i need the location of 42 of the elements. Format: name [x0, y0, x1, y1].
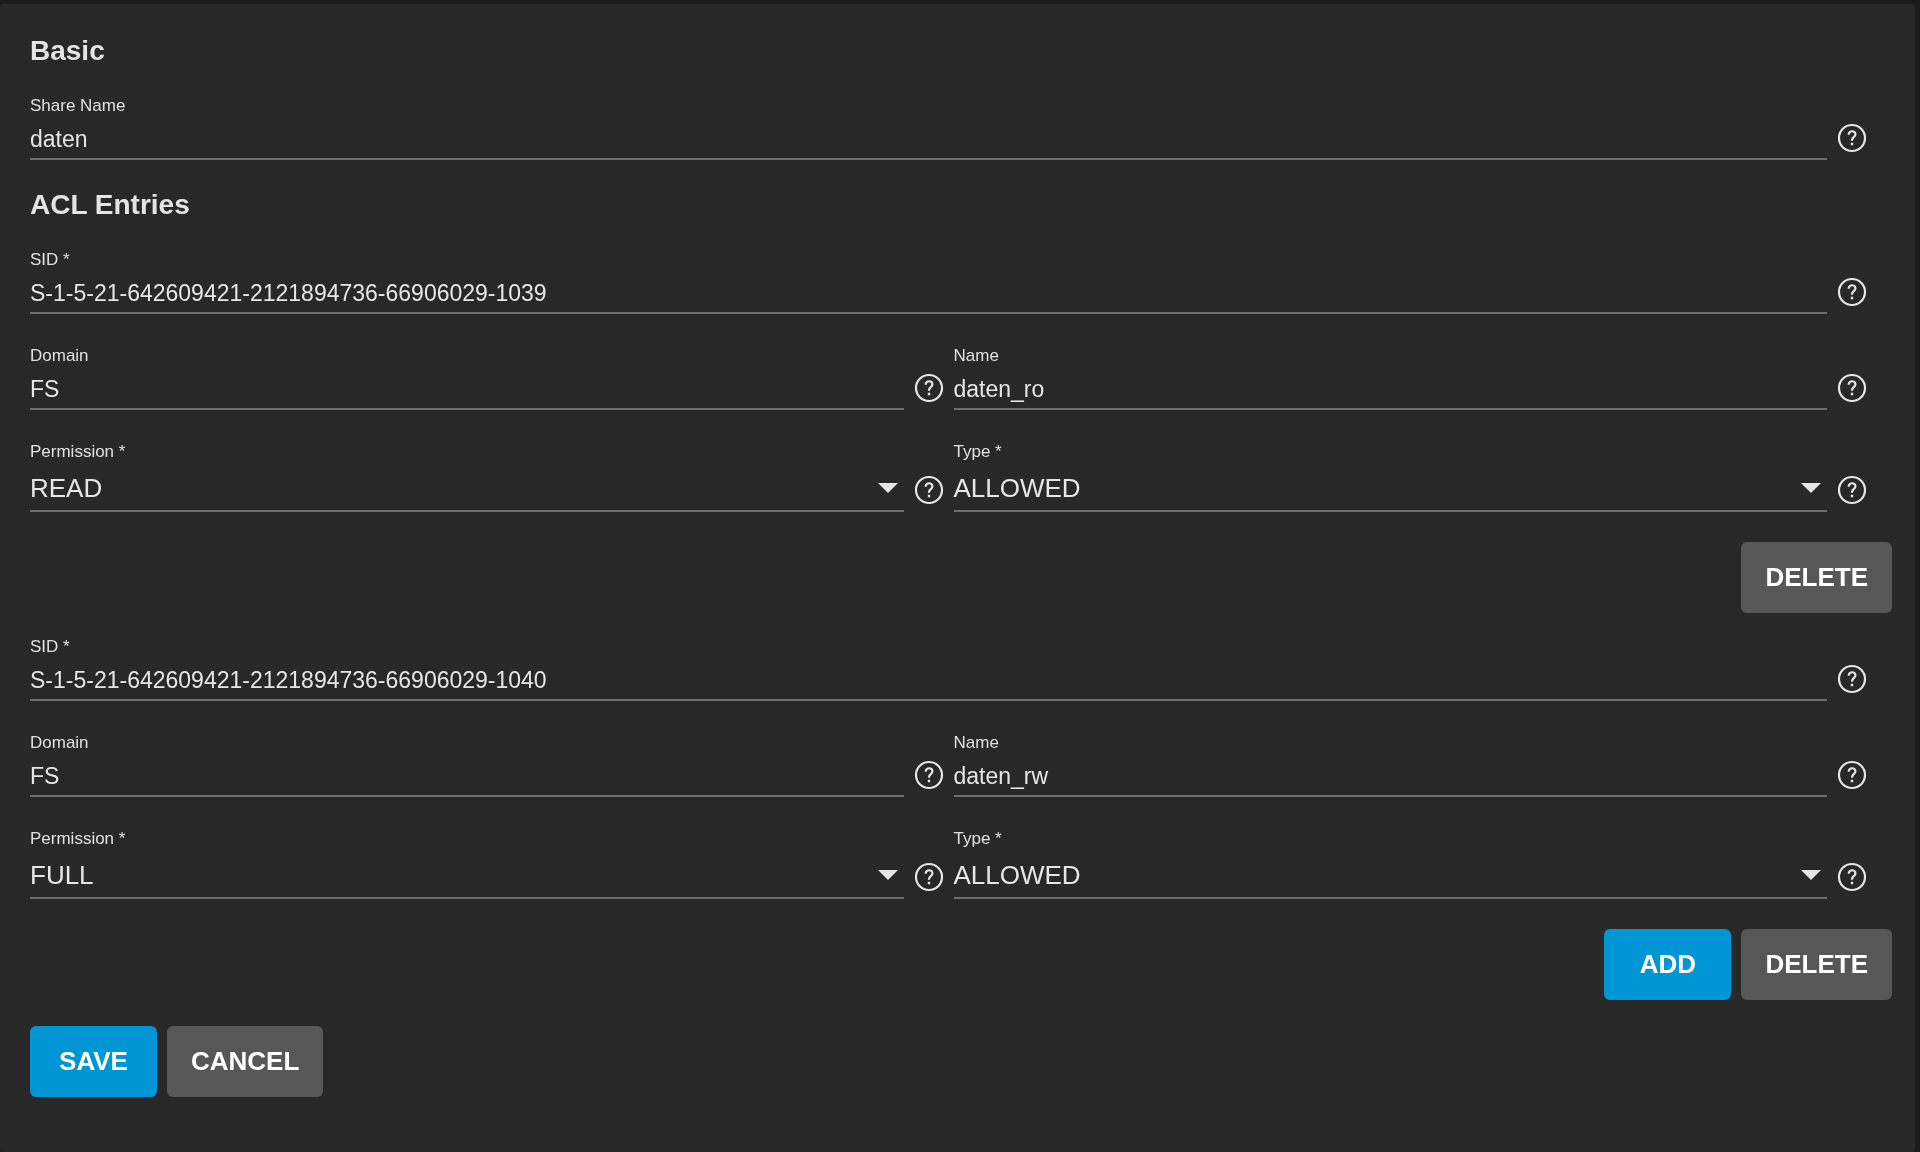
field-label: SID * — [30, 637, 71, 657]
caret-icon — [877, 483, 898, 493]
dropdown[interactable]: ALLOWED — [953, 853, 1827, 899]
dropdown[interactable]: FULL — [30, 853, 904, 899]
cancel-button[interactable]: CANCEL — [167, 1026, 324, 1097]
help-icon[interactable] — [913, 475, 944, 505]
caret-icon — [1801, 483, 1821, 493]
dropdown[interactable]: READ — [30, 466, 904, 512]
help-icon[interactable] — [913, 373, 944, 403]
delete-button[interactable]: DELETE — [1741, 542, 1892, 613]
input-field[interactable]: FS — [30, 370, 904, 410]
field-label: Permission * — [30, 442, 127, 462]
help-icon[interactable] — [913, 862, 944, 892]
input-field[interactable]: S-1-5-21-642609421-2121894736-66906029-1040 — [30, 661, 1827, 701]
field-label: Share Name — [30, 96, 127, 116]
field-label: Name — [953, 346, 1000, 366]
section-heading: Basic — [30, 34, 106, 68]
delete-button[interactable]: DELETE — [1741, 929, 1892, 1000]
field-label: Type * — [953, 829, 1003, 849]
input-field[interactable]: S-1-5-21-642609421-2121894736-66906029-1039 — [30, 274, 1827, 314]
help-icon[interactable] — [1837, 123, 1867, 153]
field-label: Type * — [953, 442, 1003, 462]
input-field[interactable]: daten_rw — [953, 757, 1827, 797]
caret-icon — [1801, 870, 1821, 880]
help-icon[interactable] — [1837, 373, 1867, 403]
field-label: Permission * — [30, 829, 127, 849]
field-label: Name — [953, 733, 1000, 753]
field-label: Domain — [30, 346, 90, 366]
caret-icon — [877, 870, 898, 880]
field-label: Domain — [30, 733, 90, 753]
help-icon[interactable] — [1837, 475, 1867, 505]
input-field[interactable]: daten — [30, 120, 1827, 160]
help-icon[interactable] — [1837, 760, 1867, 790]
help-icon[interactable] — [1837, 862, 1867, 892]
section-heading: ACL Entries — [30, 188, 191, 222]
input-field[interactable]: daten_ro — [953, 370, 1827, 410]
field-label: SID * — [30, 250, 71, 270]
help-icon[interactable] — [913, 760, 944, 790]
help-icon[interactable] — [1837, 664, 1867, 694]
input-field[interactable]: FS — [30, 757, 904, 797]
help-icon[interactable] — [1837, 277, 1867, 307]
dropdown[interactable]: ALLOWED — [953, 466, 1827, 512]
